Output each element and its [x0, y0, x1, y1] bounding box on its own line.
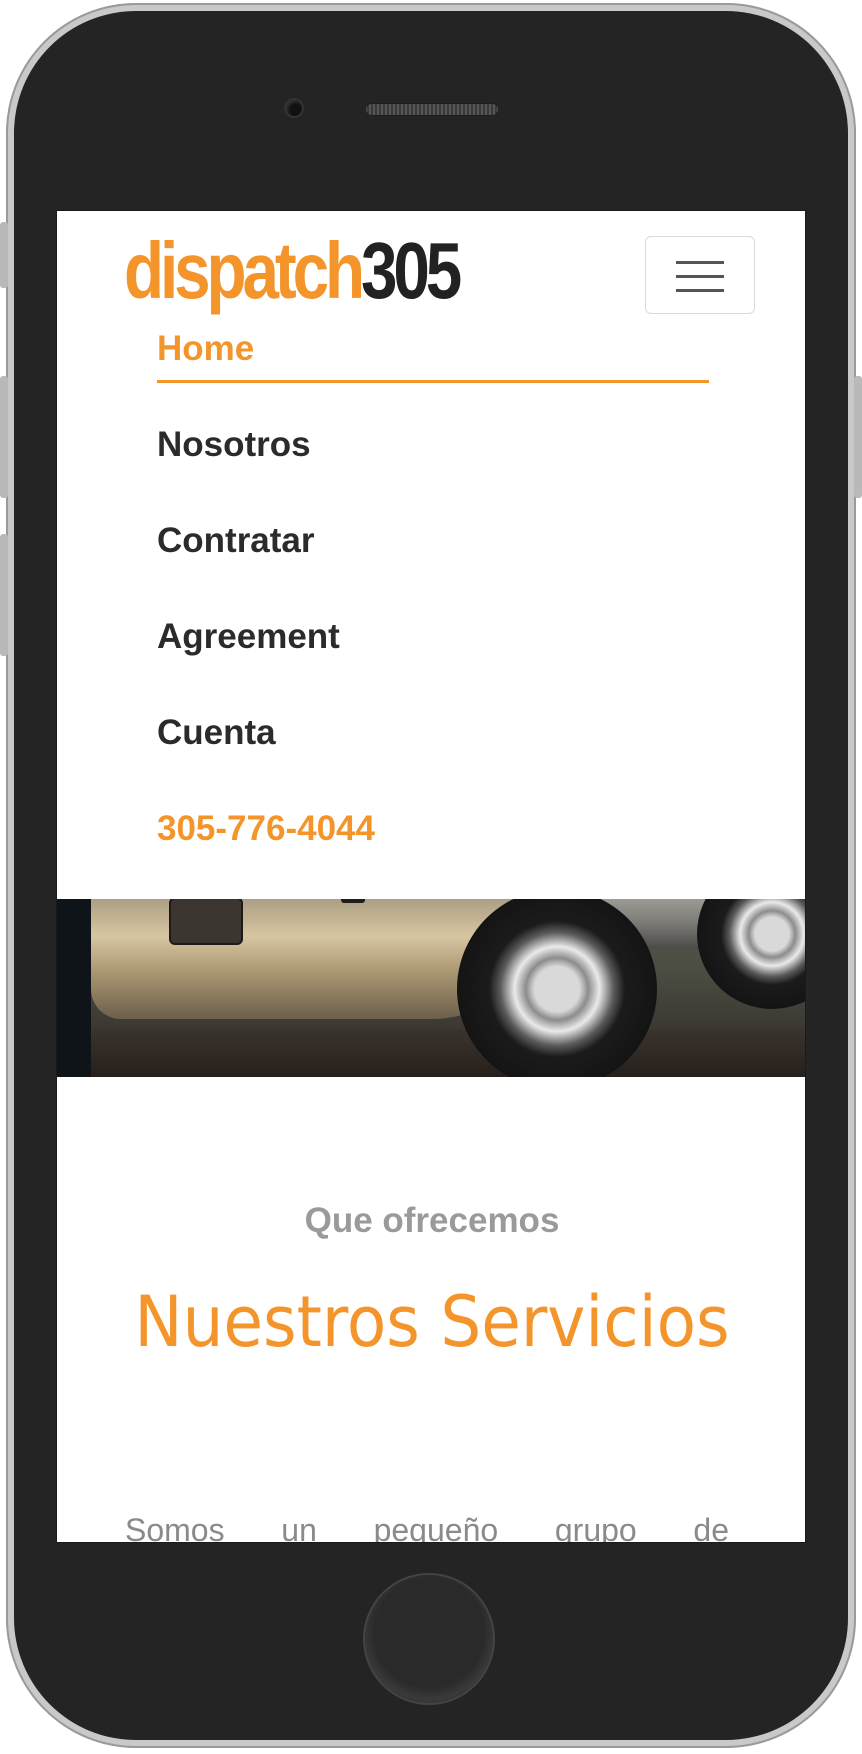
phone-number-link[interactable]: 305-776-4044	[157, 811, 709, 907]
nav-link-home[interactable]: Home	[157, 331, 709, 427]
hamburger-menu-icon	[676, 261, 724, 264]
truck-wheel-rear	[697, 899, 805, 1009]
nav-link-label: Home	[157, 331, 709, 383]
brand-logo[interactable]: dispatch305	[124, 231, 462, 311]
road	[91, 1029, 805, 1077]
phone-screen: dispatch305 Home Nosotros Contratar Agre…	[56, 210, 806, 1543]
logo-text-dispatch: dispatch	[124, 226, 365, 315]
hamburger-menu-icon	[676, 275, 724, 278]
nav-item-cuenta: Cuenta	[157, 715, 709, 811]
nav-link-label: Nosotros	[157, 425, 311, 464]
hamburger-menu-icon	[676, 289, 724, 292]
nav-link-label: Contratar	[157, 521, 315, 560]
services-section: Que ofrecemos Nuestros Servicios Somos u…	[57, 1077, 805, 1543]
truck-wheel-front	[457, 899, 657, 1077]
navbar-toggle-button[interactable]	[645, 236, 755, 314]
nav-link-label: Agreement	[157, 617, 340, 656]
home-button	[365, 1575, 493, 1703]
services-kicker: Que ofrecemos	[304, 1201, 560, 1240]
nav-item-nosotros: Nosotros	[157, 427, 709, 523]
nav-menu: Home Nosotros Contratar Agreement Cuenta…	[157, 331, 709, 907]
truck-step	[171, 899, 241, 943]
phone-number-label: 305-776-4044	[157, 809, 375, 848]
nav-link-contratar[interactable]: Contratar	[157, 523, 709, 619]
navbar: dispatch305 Home Nosotros Contratar Agre…	[57, 211, 805, 899]
services-title: Nuestros Servicios	[134, 1281, 730, 1363]
logo-text-305: 305	[360, 226, 462, 315]
volume-up-button	[0, 376, 8, 498]
nav-item-agreement: Agreement	[157, 619, 709, 715]
mute-switch	[0, 222, 8, 288]
nav-link-nosotros[interactable]: Nosotros	[157, 427, 709, 523]
nav-item-home: Home	[157, 331, 709, 427]
earpiece-speaker	[365, 103, 499, 116]
hero-truck-image	[57, 899, 805, 1077]
nav-item-phone: 305-776-4044	[157, 811, 709, 907]
front-camera-icon	[286, 100, 302, 116]
nav-link-label: Cuenta	[157, 713, 276, 752]
hero-dark-edge	[57, 899, 91, 1077]
nav-link-agreement[interactable]: Agreement	[157, 619, 709, 715]
power-button	[854, 376, 862, 498]
nav-item-contratar: Contratar	[157, 523, 709, 619]
nav-link-cuenta[interactable]: Cuenta	[157, 715, 709, 811]
truck-handle	[341, 899, 365, 903]
services-intro-text: Somos un pequeño grupo de	[125, 1512, 729, 1543]
volume-down-button	[0, 534, 8, 656]
